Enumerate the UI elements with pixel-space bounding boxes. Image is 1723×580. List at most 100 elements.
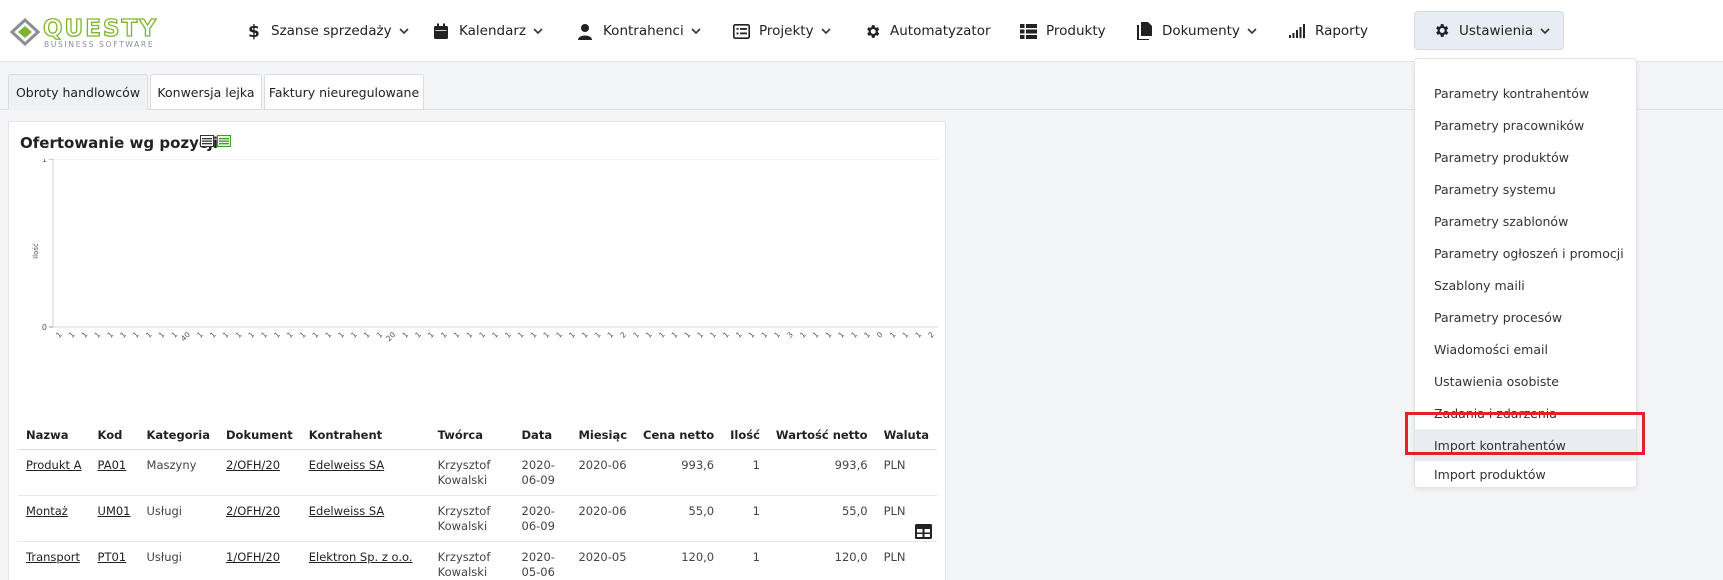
chart-x-tick-label: 1 bbox=[311, 330, 321, 340]
chart-x-tick-label: 1 bbox=[426, 330, 436, 340]
col-wartosc-netto[interactable]: Wartość netto bbox=[767, 422, 876, 450]
col-cena-netto[interactable]: Cena netto bbox=[635, 422, 723, 450]
table-row: Montaż UM01 Usługi 2/OFH/20 Edelweiss SA… bbox=[18, 495, 937, 542]
cell-kod-link[interactable]: PA01 bbox=[89, 449, 139, 496]
cell-kontrahent-link[interactable]: Elektron Sp. z o.o. bbox=[300, 541, 430, 580]
cell-ilosc: 1 bbox=[722, 495, 768, 542]
cell-kod-link[interactable]: UM01 bbox=[89, 495, 139, 542]
cell-dokument-link[interactable]: 2/OFH/20 bbox=[218, 449, 301, 496]
chart-x-tick-label: 1 bbox=[298, 330, 308, 340]
menu-item-szablony-maili[interactable]: Szablony maili bbox=[1415, 269, 1636, 301]
chart-x-tick-label: 1 bbox=[541, 330, 551, 340]
csv-icon[interactable] bbox=[217, 135, 231, 147]
chart-x-tick-label: 1 bbox=[93, 330, 103, 340]
nav-item-label: Kontrahenci bbox=[603, 23, 684, 39]
chart-x-tick-label: 1 bbox=[606, 330, 616, 340]
chart-x-tick-label: 1 bbox=[593, 330, 603, 340]
chart-x-tick-label: 1 bbox=[131, 330, 141, 340]
cell-data: 2020-06-09 bbox=[513, 449, 571, 496]
chart-x-tick-label: 1 bbox=[657, 330, 667, 340]
cell-cena: 993,6 bbox=[635, 449, 723, 496]
col-kontrahent[interactable]: Kontrahent bbox=[300, 422, 430, 450]
chart-x-tick-label: 1 bbox=[272, 330, 282, 340]
menu-item-parametry-kontrahentow[interactable]: Parametry kontrahentów bbox=[1415, 77, 1636, 109]
card-title: Ofertowanie wg pozycji bbox=[20, 134, 219, 152]
nav-item-automatyzator[interactable]: Automatyzator bbox=[863, 17, 991, 45]
cell-dokument-link[interactable]: 1/OFH/20 bbox=[218, 541, 301, 580]
nav-item-ustawienia[interactable]: Ustawienia bbox=[1414, 11, 1564, 50]
tab-faktury-nieuregulowane[interactable]: Faktury nieuregulowane bbox=[264, 74, 424, 110]
cell-kategoria: Usługi bbox=[138, 495, 218, 542]
list-icon bbox=[732, 22, 750, 40]
col-nazwa[interactable]: Nazwa bbox=[18, 422, 90, 450]
nav-item-produkty[interactable]: Produkty bbox=[1019, 17, 1106, 45]
cell-tworca: Krzysztof Kowalski bbox=[429, 449, 514, 496]
chevron-down-icon bbox=[1540, 27, 1550, 34]
cell-waluta: PLN bbox=[875, 541, 937, 580]
menu-item-import-produktow[interactable]: Import produktów bbox=[1415, 461, 1636, 487]
chart-x-tick-label: 1 bbox=[413, 330, 423, 340]
questy-logo[interactable]: QUESTY BUSINESS SOFTWARE bbox=[10, 15, 162, 50]
cell-nazwa-link[interactable]: Produkt A bbox=[18, 449, 90, 496]
chart-x-tick-label: 1 bbox=[888, 330, 898, 340]
col-tworca[interactable]: Twórca bbox=[429, 422, 514, 450]
menu-item-parametry-szablonow[interactable]: Parametry szablonów bbox=[1415, 205, 1636, 237]
cell-nazwa-link[interactable]: Transport bbox=[18, 541, 90, 580]
col-waluta[interactable]: Waluta bbox=[875, 422, 937, 450]
chart-x-tick-label: 1 bbox=[708, 330, 718, 340]
chevron-down-icon bbox=[533, 28, 543, 34]
svg-text:$: $ bbox=[248, 22, 260, 40]
chart-x-tick-label: 1 bbox=[683, 330, 693, 340]
cell-miesiac: 2020-06 bbox=[570, 449, 636, 496]
cell-ilosc: 1 bbox=[722, 541, 768, 580]
col-kategoria[interactable]: Kategoria bbox=[138, 422, 218, 450]
chart-x-tick-label: 1 bbox=[336, 330, 346, 340]
menu-item-wiadomosci-email[interactable]: Wiadomości email bbox=[1415, 333, 1636, 365]
cell-kod-link[interactable]: PT01 bbox=[89, 541, 139, 580]
chart-x-tick-label: 0 bbox=[875, 330, 885, 340]
menu-item-parametry-procesow[interactable]: Parametry procesów bbox=[1415, 301, 1636, 333]
chart-x-tick-label: 1 bbox=[144, 330, 154, 340]
cell-kontrahent-link[interactable]: Edelweiss SA bbox=[300, 495, 430, 542]
xls-icon[interactable] bbox=[200, 135, 214, 147]
chart-x-tick-label: 1 bbox=[208, 330, 218, 340]
menu-item-parametry-pracownikow[interactable]: Parametry pracowników bbox=[1415, 109, 1636, 141]
chart-x-tick-label: 1 bbox=[695, 330, 705, 340]
chart-x-tick-label: 1 bbox=[644, 330, 654, 340]
menu-item-parametry-systemu[interactable]: Parametry systemu bbox=[1415, 173, 1636, 205]
menu-item-ustawienia-osobiste[interactable]: Ustawienia osobiste bbox=[1415, 365, 1636, 397]
menu-item-parametry-produktow[interactable]: Parametry produktów bbox=[1415, 141, 1636, 173]
nav-item-kontrahenci[interactable]: Kontrahenci bbox=[576, 17, 701, 45]
chevron-down-icon bbox=[1247, 28, 1257, 34]
nav-item-kalendarz[interactable]: Kalendarz bbox=[432, 17, 543, 45]
chart-x-tick-label: 1 bbox=[234, 330, 244, 340]
cell-wartosc: 55,0 bbox=[767, 495, 876, 542]
chart-x-tick-label: 1 bbox=[862, 330, 872, 340]
nav-item-label: Projekty bbox=[759, 23, 814, 39]
chart-x-tick-label: 1 bbox=[554, 330, 564, 340]
cell-tworca: Krzysztof Kowalski bbox=[429, 541, 514, 580]
col-ilosc[interactable]: Ilość bbox=[722, 422, 768, 450]
cell-dokument-link[interactable]: 2/OFH/20 bbox=[218, 495, 301, 542]
nav-item-szanse-sprzedazy[interactable]: $ Szanse sprzedaży bbox=[244, 17, 409, 45]
chart-x-tick-label: 1 bbox=[375, 330, 385, 340]
cell-nazwa-link[interactable]: Montaż bbox=[18, 495, 90, 542]
menu-item-parametry-ogloszen[interactable]: Parametry ogłoszeń i promocji bbox=[1415, 237, 1636, 269]
col-miesiac[interactable]: Miesiąc bbox=[570, 422, 636, 450]
nav-item-raporty[interactable]: Raporty bbox=[1288, 17, 1368, 45]
nav-item-dokumenty[interactable]: Dokumenty bbox=[1135, 17, 1257, 45]
chart-x-tick-label: 1 bbox=[811, 330, 821, 340]
col-data[interactable]: Data bbox=[513, 422, 571, 450]
tab-obroty-handlowcow[interactable]: Obroty handlowców bbox=[8, 74, 148, 110]
top-navbar: QUESTY BUSINESS SOFTWARE $ Szanse sprzed… bbox=[0, 0, 1723, 62]
documents-icon bbox=[1135, 22, 1153, 40]
cell-kontrahent-link[interactable]: Edelweiss SA bbox=[300, 449, 430, 496]
chart-x-tick-label: 1 bbox=[760, 330, 770, 340]
chevron-down-icon bbox=[691, 28, 701, 34]
nav-item-projekty[interactable]: Projekty bbox=[732, 17, 831, 45]
col-kod[interactable]: Kod bbox=[89, 422, 139, 450]
col-dokument[interactable]: Dokument bbox=[218, 422, 301, 450]
logo-wordmark: QUESTY bbox=[42, 15, 158, 42]
chart-x-tick-label: 1 bbox=[747, 330, 757, 340]
tab-konwersja-lejka[interactable]: Konwersja lejka bbox=[150, 74, 262, 110]
